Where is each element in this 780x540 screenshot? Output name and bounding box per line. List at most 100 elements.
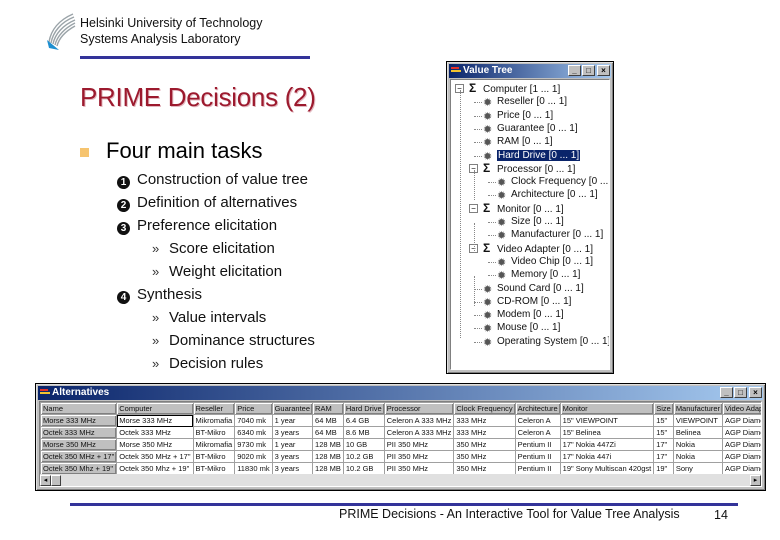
table-cell[interactable]: 10 GB <box>342 438 385 451</box>
table-cell[interactable]: 1 year <box>271 438 314 451</box>
table-cell[interactable]: 15" VIEWPOINT <box>559 414 655 427</box>
column-header[interactable]: Monitor <box>559 402 655 415</box>
column-header[interactable]: Reseller <box>192 402 236 415</box>
table-cell[interactable]: AGP Diamond V550 8MB <box>721 426 761 439</box>
table-cell[interactable]: VIEWPOINT <box>672 414 724 427</box>
table-cell[interactable]: 19" <box>653 462 674 475</box>
table-cell[interactable]: Pentium II <box>514 462 561 475</box>
table-cell[interactable]: 333 MHz <box>453 414 516 427</box>
table-row[interactable]: Morse 350 MHz Morse 350 MHz Mikromafia 9730… <box>40 438 761 451</box>
table-cell[interactable]: Morse 333 MHz <box>116 414 194 427</box>
tree-node[interactable]: ✹ Manufacturer [0 ... 1] <box>497 228 603 242</box>
collapse-icon[interactable]: − <box>469 203 478 213</box>
table-cell[interactable]: Mikromafia <box>192 414 236 427</box>
column-header[interactable]: Video Adapter <box>721 402 761 415</box>
tree-node[interactable]: − Σ Computer [1 ... 1] <box>455 82 560 95</box>
alternatives-titlebar[interactable]: Alternatives _ □ × <box>38 386 763 400</box>
column-header[interactable]: Clock Frequency <box>453 402 516 415</box>
table-cell[interactable]: 17" Nokia 447Zi <box>559 438 655 451</box>
column-header[interactable]: Hard Drive <box>342 402 385 415</box>
table-cell[interactable]: 128 MB <box>312 462 344 475</box>
table-cell[interactable]: 15" <box>653 426 674 439</box>
tree-node[interactable]: ✹ Memory [0 ... 1] <box>497 268 580 282</box>
table-cell[interactable]: Celeron A 333 MHz <box>383 414 455 427</box>
tree-node[interactable]: − Σ Processor [0 ... 1] <box>469 161 575 175</box>
close-button[interactable]: × <box>749 387 762 398</box>
tree-node[interactable]: ✹ Modem [0 ... 1] <box>483 308 564 322</box>
table-cell[interactable]: 64 MB <box>312 426 344 439</box>
table-cell[interactable]: Celeron A <box>514 414 561 427</box>
table-row[interactable]: Octek 333 MHz Octek 333 MHz BT-Mikro 6340 m… <box>40 426 761 439</box>
tree-node[interactable]: ✹ Size [0 ... 1] <box>497 215 564 229</box>
table-cell[interactable]: 6340 mk <box>234 426 273 439</box>
table-cell[interactable]: 17" Nokia 447i <box>559 450 655 463</box>
minimize-button[interactable]: _ <box>568 65 581 76</box>
table-cell[interactable]: PII 350 MHz <box>383 450 455 463</box>
table-cell[interactable]: Octek 350 MHz + 17" <box>116 450 194 463</box>
table-cell[interactable]: 7040 mk <box>234 414 273 427</box>
table-cell[interactable]: 10.2 GB <box>342 450 385 463</box>
table-row[interactable]: Morse 333 MHz Morse 333 MHz Mikromafia 7040… <box>40 414 761 427</box>
table-cell[interactable]: Celeron A 333 MHz <box>383 426 455 439</box>
maximize-button[interactable]: □ <box>734 387 747 398</box>
tree-node[interactable]: ✹ Reseller [0 ... 1] <box>483 95 567 109</box>
table-cell[interactable]: 128 MB <box>312 438 344 451</box>
table-cell[interactable]: 1 year <box>271 414 314 427</box>
column-header[interactable]: Manufacturer <box>672 402 724 415</box>
row-header[interactable]: Octek 333 MHz <box>40 426 118 439</box>
tree-node[interactable]: − Σ Monitor [0 ... 1] <box>469 201 564 215</box>
close-button[interactable]: × <box>597 65 610 76</box>
table-cell[interactable]: 9730 mk <box>234 438 273 451</box>
row-header[interactable]: Octek 350 Mhz + 19" <box>40 462 118 475</box>
row-header[interactable]: Morse 350 MHz <box>40 438 118 451</box>
table-cell[interactable]: 350 MHz <box>453 450 516 463</box>
table-cell[interactable]: AGP Diamond V550 16 MB <box>721 462 761 475</box>
table-cell[interactable]: AGP Diamond V550 16MB <box>721 414 761 427</box>
tree-node[interactable]: ✹ Architecture [0 ... 1] <box>497 188 598 202</box>
table-cell[interactable]: 128 MB <box>312 450 344 463</box>
table-cell[interactable]: 9020 mk <box>234 450 273 463</box>
table-cell[interactable]: Sony <box>672 462 724 475</box>
table-row[interactable]: Octek 350 Mhz + 19" Octek 350 Mhz + 19" BT… <box>40 462 761 475</box>
table-cell[interactable]: 3 years <box>271 462 314 475</box>
tree-node[interactable]: ✹ Price [0 ... 1] <box>483 109 553 123</box>
tree-node[interactable]: ✹ Video Chip [0 ... 1] <box>497 255 593 269</box>
table-cell[interactable]: 17" <box>653 450 674 463</box>
tree-node[interactable]: ✹ Mouse [0 ... 1] <box>483 321 560 335</box>
tree-node[interactable]: ✹ RAM [0 ... 1] <box>483 135 553 149</box>
table-cell[interactable]: Morse 350 MHz <box>116 438 194 451</box>
column-header[interactable]: Architecture <box>514 402 561 415</box>
column-header[interactable]: Name <box>40 402 118 415</box>
tree-node[interactable]: ✹ Guarantee [0 ... 1] <box>483 122 578 136</box>
table-cell[interactable]: Celeron A <box>514 426 561 439</box>
table-cell[interactable]: 3 years <box>271 450 314 463</box>
tree-node[interactable]: ✹ Clock Frequency [0 ... 1] <box>497 175 609 189</box>
table-cell[interactable]: BT-Mikro <box>192 450 236 463</box>
table-cell[interactable]: 10.2 GB <box>342 462 385 475</box>
table-cell[interactable]: Pentium II <box>514 450 561 463</box>
table-cell[interactable]: Nokia <box>672 438 724 451</box>
scroll-left-button[interactable]: ◂ <box>40 475 51 486</box>
row-header[interactable]: Morse 333 MHz <box>40 414 118 427</box>
table-cell[interactable]: AGP Diamond V550 16 MB <box>721 438 761 451</box>
column-header[interactable]: Price <box>234 402 273 415</box>
scroll-thumb[interactable] <box>51 475 61 486</box>
table-cell[interactable]: 8.6 MB <box>342 426 385 439</box>
maximize-button[interactable]: □ <box>582 65 595 76</box>
table-cell[interactable]: AGP Diamond V550 8 MB <box>721 450 761 463</box>
table-cell[interactable]: PII 350 MHz <box>383 438 455 451</box>
table-cell[interactable]: 333 MHz <box>453 426 516 439</box>
column-header[interactable]: Size <box>653 402 674 415</box>
tree-node[interactable]: − Σ Video Adapter [0 ... 1] <box>469 241 593 255</box>
tree-node[interactable]: ✹ CD-ROM [0 ... 1] <box>483 295 571 309</box>
scroll-right-button[interactable]: ▸ <box>750 475 761 486</box>
column-header[interactable]: Guarantee <box>271 402 314 415</box>
table-cell[interactable]: 64 MB <box>312 414 344 427</box>
table-cell[interactable]: 15" <box>653 414 674 427</box>
table-cell[interactable]: 3 years <box>271 426 314 439</box>
table-row[interactable]: Octek 350 MHz + 17" Octek 350 MHz + 17" BT… <box>40 450 761 463</box>
table-cell[interactable]: 350 MHz <box>453 438 516 451</box>
row-header[interactable]: Octek 350 MHz + 17" <box>40 450 118 463</box>
table-cell[interactable]: 350 MHz <box>453 462 516 475</box>
minimize-button[interactable]: _ <box>720 387 733 398</box>
